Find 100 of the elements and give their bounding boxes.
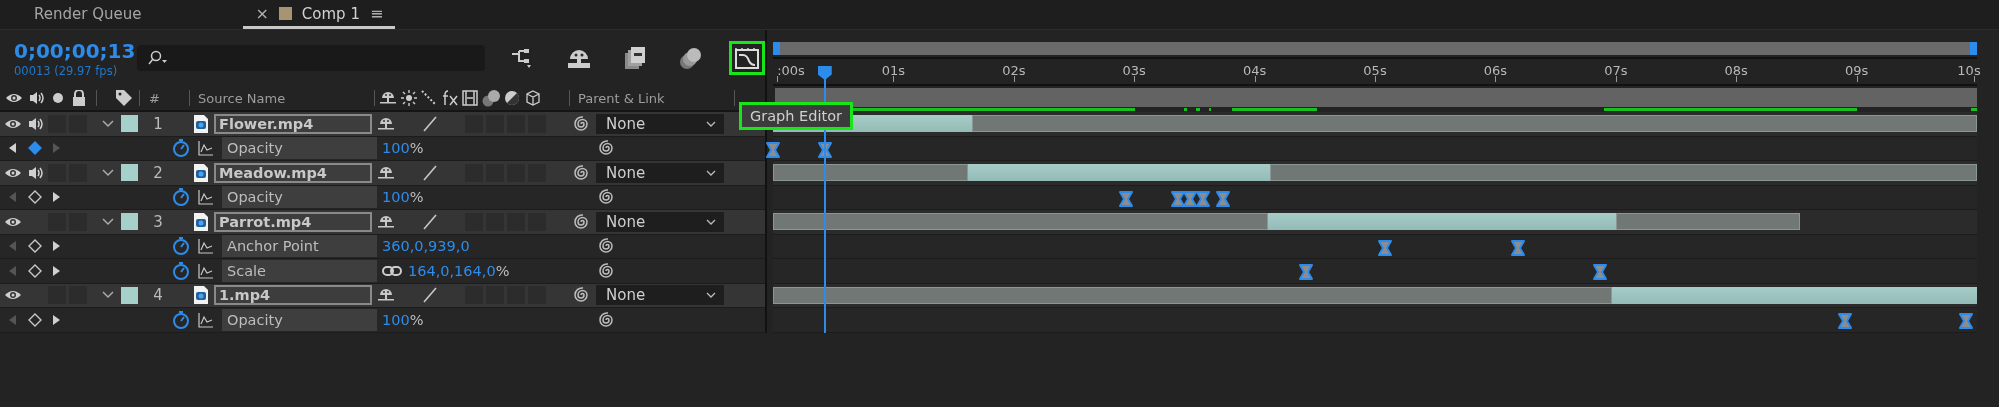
layer-duration-bar[interactable] — [773, 286, 1613, 304]
shy-switch-icon[interactable] — [377, 287, 395, 304]
keyframe-icon[interactable] — [1181, 189, 1198, 208]
label-color-swatch[interactable] — [121, 115, 138, 133]
label-color-swatch[interactable] — [121, 286, 138, 304]
property-value[interactable]: 100% — [382, 140, 424, 157]
property-value[interactable]: 164,0,164,0% — [408, 262, 510, 279]
parent-dropdown[interactable]: None — [596, 162, 724, 183]
column-header[interactable]: Source Name — [198, 90, 374, 106]
search-icon — [147, 50, 170, 66]
navigator-handle[interactable] — [1970, 42, 1977, 55]
property-value[interactable]: 360,0,939,0 — [382, 238, 470, 255]
keyframe-icon[interactable] — [1836, 312, 1853, 330]
pickwhip-spiral-icon[interactable] — [597, 310, 615, 329]
chevron-icon[interactable] — [101, 290, 115, 301]
keyframe-diamond-icon[interactable] — [28, 141, 42, 156]
eye-icon[interactable] — [4, 166, 22, 179]
graph-icon[interactable] — [198, 311, 214, 328]
stopwatch-icon[interactable] — [172, 309, 190, 330]
ruler-label: :00s — [777, 63, 805, 78]
graph-icon[interactable] — [198, 238, 214, 255]
keyframe-icon[interactable] — [1194, 189, 1211, 208]
layer-in-out-bar[interactable] — [1612, 286, 1977, 304]
pickwhip-spiral-icon[interactable] — [597, 188, 615, 207]
label-color-swatch[interactable] — [121, 164, 138, 182]
keyframe-icon[interactable] — [1958, 312, 1975, 330]
graph-editor-icon — [735, 47, 759, 69]
pickwhip-spiral-icon[interactable] — [572, 114, 590, 133]
next-keyframe-icon[interactable] — [52, 191, 62, 204]
shy-switch-icon[interactable] — [377, 164, 395, 181]
chain-link-icon[interactable] — [382, 263, 402, 278]
eye-icon[interactable] — [4, 215, 22, 228]
stopwatch-icon[interactable] — [172, 260, 190, 281]
stopwatch-icon[interactable] — [172, 187, 190, 208]
next-keyframe-icon[interactable] — [52, 264, 62, 277]
pickwhip-spiral-icon[interactable] — [597, 139, 615, 158]
stopwatch-icon[interactable] — [172, 236, 190, 257]
pickwhip-spiral-icon[interactable] — [597, 261, 615, 280]
keyframe-icon[interactable] — [1298, 263, 1315, 281]
shy-icon — [568, 50, 590, 68]
keyframe-diamond-icon[interactable] — [28, 263, 42, 278]
quality-slash-icon[interactable] — [421, 286, 439, 305]
keyframe-icon[interactable] — [1117, 189, 1134, 208]
next-keyframe-icon[interactable] — [52, 313, 62, 326]
previous-keyframe-icon[interactable] — [7, 142, 17, 155]
keyframe-icon[interactable] — [1592, 263, 1609, 281]
keyframe-diamond-icon[interactable] — [28, 239, 42, 254]
pickwhip-spiral-icon[interactable] — [572, 286, 590, 305]
navigator-handle[interactable] — [773, 42, 780, 55]
speaker-icon[interactable] — [28, 116, 44, 131]
graph-icon[interactable] — [198, 140, 214, 157]
shy-column-icon[interactable] — [379, 90, 397, 106]
keyframe-icon[interactable] — [1376, 238, 1393, 257]
layer-name-field[interactable]: Flower.mp4 — [214, 113, 372, 134]
property-value[interactable]: 100% — [382, 311, 424, 328]
panel-tab[interactable]: Render Queue — [22, 1, 154, 29]
label-color-swatch[interactable] — [121, 213, 138, 231]
next-keyframe-icon[interactable] — [52, 240, 62, 253]
column-header[interactable]: Parent & Link — [578, 90, 734, 106]
eye-icon[interactable] — [5, 92, 23, 104]
eye-icon[interactable] — [4, 117, 22, 130]
toolbar-button[interactable] — [729, 41, 765, 75]
ruler-label: 07s — [1604, 63, 1628, 78]
graph-icon[interactable] — [198, 262, 214, 279]
quality-slash-icon[interactable] — [421, 163, 439, 182]
property-name: Opacity — [222, 186, 377, 209]
layer-name-field[interactable]: Meadow.mp4 — [214, 162, 372, 183]
parent-dropdown[interactable]: None — [596, 113, 724, 134]
parent-dropdown[interactable]: None — [596, 211, 724, 232]
chevron-icon[interactable] — [101, 167, 115, 178]
property-value[interactable]: 100% — [382, 189, 424, 206]
shy-switch-icon[interactable] — [377, 115, 395, 132]
quality-slash-icon[interactable] — [421, 114, 439, 133]
keyframe-icon[interactable] — [1510, 238, 1527, 257]
chevron-icon[interactable] — [101, 118, 115, 129]
ruler-label: 04s — [1242, 63, 1267, 78]
current-timecode[interactable]: 0;00;00;13 — [14, 38, 136, 64]
pickwhip-spiral-icon[interactable] — [572, 163, 590, 182]
playhead-handle[interactable] — [817, 66, 832, 80]
parent-dropdown[interactable]: None — [596, 285, 724, 306]
speaker-icon[interactable] — [28, 165, 44, 180]
chevron-icon[interactable] — [101, 216, 115, 227]
layer-name-field[interactable]: Parrot.mp4 — [214, 211, 372, 232]
flowchart-icon — [511, 49, 531, 68]
quality-slash-icon[interactable] — [421, 212, 439, 231]
keyframe-diamond-icon[interactable] — [28, 312, 42, 327]
panel-tab[interactable]: × Comp 1 ≡ — [243, 1, 396, 29]
search-field[interactable] — [137, 45, 485, 71]
speaker-icon[interactable] — [29, 91, 45, 105]
column-header[interactable]: # — [149, 90, 189, 106]
stopwatch-icon[interactable] — [172, 138, 190, 159]
graph-icon[interactable] — [198, 189, 214, 206]
pickwhip-spiral-icon[interactable] — [572, 212, 590, 231]
layer-name-field[interactable]: 1.mp4 — [214, 285, 372, 306]
eye-icon[interactable] — [4, 289, 22, 302]
shy-switch-icon[interactable] — [377, 213, 395, 230]
pickwhip-spiral-icon[interactable] — [597, 237, 615, 256]
keyframe-icon[interactable] — [1169, 189, 1186, 208]
keyframe-diamond-icon[interactable] — [28, 190, 42, 205]
keyframe-icon[interactable] — [1215, 189, 1232, 208]
